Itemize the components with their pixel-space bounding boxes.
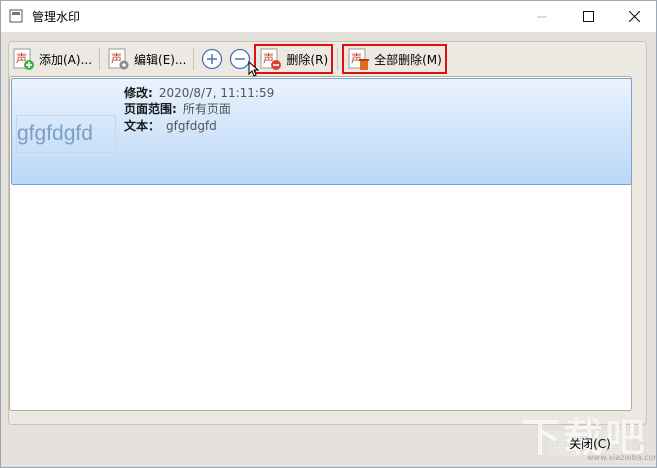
move-up-button[interactable] [201, 48, 223, 70]
modified-field: 修改: 2020/8/7, 11:11:59 [124, 84, 274, 101]
toolbar-separator [99, 48, 101, 70]
close-icon [628, 11, 640, 22]
maximize-icon [582, 11, 594, 22]
watermark-list-item[interactable]: gfgfdgfd 修改: 2020/8/7, 11:11:59 页面范围: 所有页面… [11, 78, 632, 185]
page-range-label: 页面范围: [124, 102, 177, 116]
site-watermark-url: www.xiazaiba.com [587, 453, 657, 462]
delete-all-icon: 声 [348, 48, 370, 70]
edit-button[interactable]: 声 编辑(E)... [104, 46, 189, 72]
delete-all-button-label: 全部删除(M) [374, 52, 442, 67]
page-range-field: 页面范围: 所有页面 [124, 100, 231, 117]
delete-button[interactable]: 声 删除(R) [254, 44, 334, 74]
minimize-button[interactable] [519, 1, 565, 32]
modified-value: 2020/8/7, 11:11:59 [158, 86, 275, 100]
window-title: 管理水印 [32, 10, 81, 24]
edit-watermark-icon: 声 [108, 48, 129, 70]
manage-watermark-window: 管理水印 声 添加(A)... 声 编辑(E)... 声 删除(R) 声 全部删… [0, 0, 657, 468]
mouse-cursor-icon [248, 61, 260, 77]
watermark-list[interactable]: gfgfdgfd 修改: 2020/8/7, 11:11:59 页面范围: 所有页面… [9, 76, 632, 411]
page-range-value: 所有页面 [182, 102, 231, 116]
add-watermark-icon: 声 [13, 48, 34, 70]
text-label: 文本： [124, 119, 161, 133]
text-value: gfgfdgfd [166, 119, 217, 133]
plus-circle-icon [202, 48, 223, 70]
watermark-preview: gfgfdgfd [16, 115, 116, 153]
delete-all-button[interactable]: 声 全部删除(M) [342, 44, 447, 74]
minimize-icon [536, 16, 547, 18]
delete-button-label: 删除(R) [286, 52, 329, 67]
close-window-button[interactable] [611, 1, 656, 32]
toolbar-separator [193, 48, 195, 70]
add-button-label: 添加(A)... [39, 52, 93, 67]
edit-button-label: 编辑(E)... [134, 52, 187, 67]
add-button[interactable]: 声 添加(A)... [9, 46, 95, 72]
title-bar[interactable]: 管理水印 [1, 1, 656, 32]
dialog-client-area: 声 添加(A)... 声 编辑(E)... 声 删除(R) 声 全部删除(M) … [1, 32, 656, 467]
app-icon [9, 9, 23, 23]
delete-watermark-icon: 声 [260, 48, 282, 70]
modified-label: 修改: [124, 86, 153, 100]
text-field: 文本： gfgfdgfd [124, 117, 217, 134]
maximize-button[interactable] [565, 1, 611, 32]
toolbar-separator [337, 48, 339, 70]
toolbar: 声 添加(A)... 声 编辑(E)... 声 删除(R) 声 全部删除(M) [9, 44, 639, 74]
